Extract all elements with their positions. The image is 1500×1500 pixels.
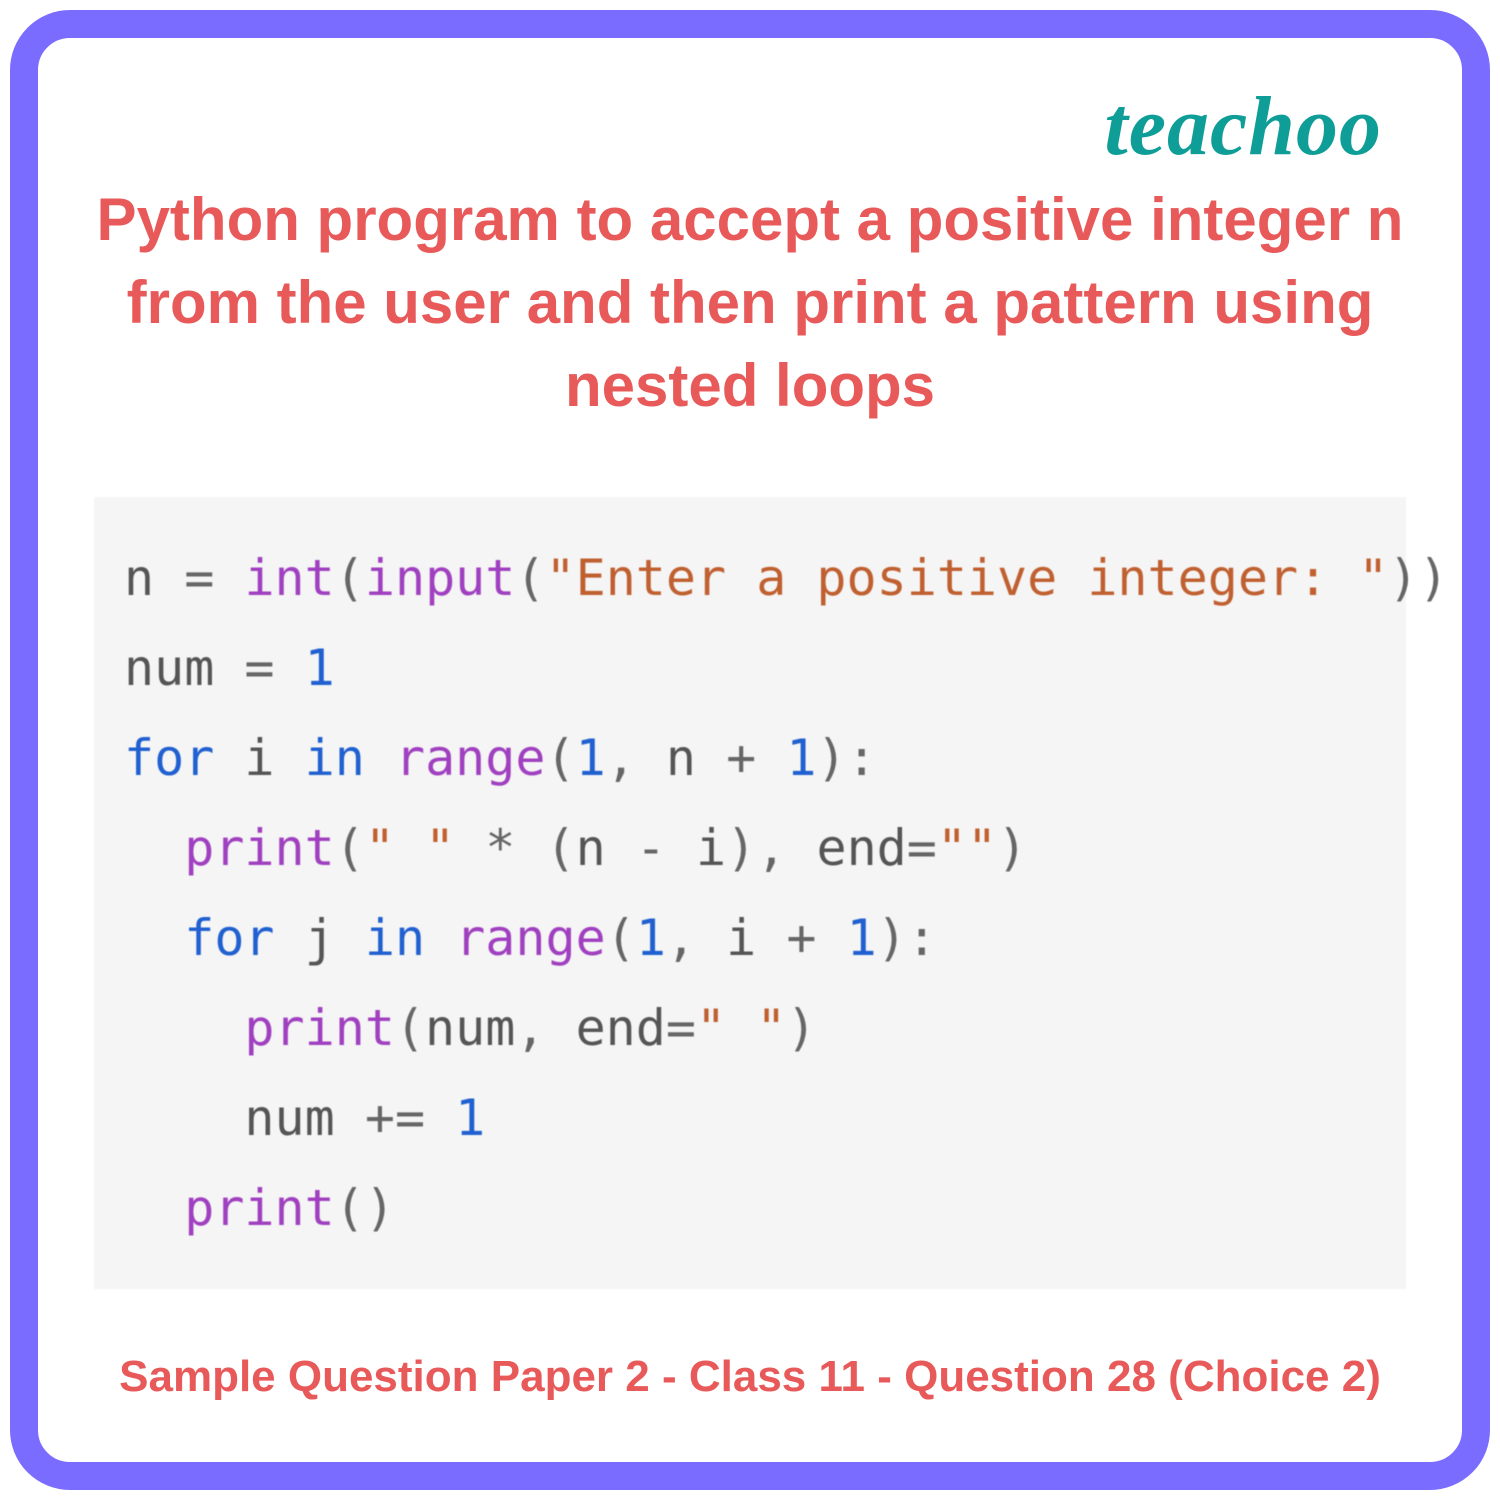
code-line-4: print(" " * (n - i), end="") bbox=[124, 819, 1027, 877]
footer-caption: Sample Question Paper 2 - Class 11 - Que… bbox=[88, 1352, 1412, 1412]
code-line-7: num += 1 bbox=[124, 1089, 485, 1147]
page-title: Python program to accept a positive inte… bbox=[88, 179, 1412, 427]
code-line-5: for j in range(1, i + 1): bbox=[124, 909, 937, 967]
code-line-2: num = 1 bbox=[124, 639, 335, 697]
brand-logo: teachoo bbox=[88, 78, 1412, 175]
code-line-1: n = int(input("Enter a positive integer:… bbox=[124, 549, 1449, 607]
code-line-6: print(num, end=" ") bbox=[124, 999, 816, 1057]
code-line-3: for i in range(1, n + 1): bbox=[124, 729, 877, 787]
code-line-8: print() bbox=[124, 1179, 395, 1237]
card: teachoo Python program to accept a posit… bbox=[10, 10, 1490, 1490]
code-block: n = int(input("Enter a positive integer:… bbox=[94, 497, 1406, 1289]
